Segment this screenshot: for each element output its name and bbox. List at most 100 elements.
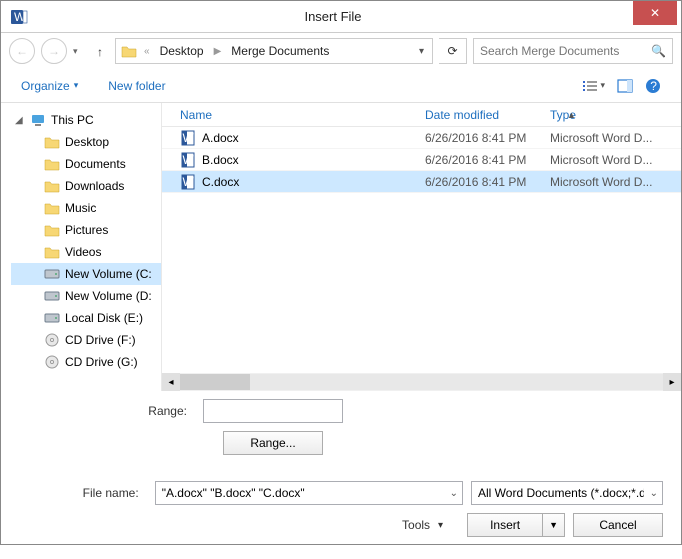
tree-item-videos[interactable]: Videos xyxy=(11,241,161,263)
horizontal-scrollbar[interactable]: ◂ ▸ xyxy=(162,373,681,391)
view-mode-button[interactable]: ▾ xyxy=(582,79,605,93)
insert-split-button[interactable]: Insert ▼ xyxy=(467,513,565,537)
help-button[interactable]: ? xyxy=(645,78,661,94)
folder-icon xyxy=(44,200,60,216)
folder-icon xyxy=(44,178,60,194)
cancel-button[interactable]: Cancel xyxy=(573,513,663,537)
toolbar: Organize ▾ New folder ▾ ? xyxy=(1,69,681,103)
word-doc-icon: W xyxy=(180,174,196,190)
tree-item-label: CD Drive (G:) xyxy=(65,355,138,369)
dropdown-icon[interactable]: ⌄ xyxy=(644,488,658,499)
tree-item-pictures[interactable]: Pictures xyxy=(11,219,161,241)
search-input[interactable] xyxy=(480,44,651,58)
cd-icon xyxy=(44,332,60,348)
recent-locations-dropdown[interactable]: ▾ xyxy=(73,46,85,57)
back-button[interactable]: ← xyxy=(9,38,35,64)
file-name: C.docx xyxy=(202,175,239,189)
file-row[interactable]: WC.docx6/26/2016 8:41 PMMicrosoft Word D… xyxy=(162,171,681,193)
insert-button[interactable]: Insert xyxy=(467,513,543,537)
refresh-icon: ⟳ xyxy=(447,44,457,58)
range-button[interactable]: Range... xyxy=(223,431,323,455)
file-date: 6/26/2016 8:41 PM xyxy=(417,153,542,167)
forward-button[interactable]: → xyxy=(41,38,67,64)
file-date: 6/26/2016 8:41 PM xyxy=(417,175,542,189)
scroll-thumb[interactable] xyxy=(180,374,250,390)
window-title: Insert File xyxy=(33,9,633,24)
tree-item-documents[interactable]: Documents xyxy=(11,153,161,175)
tree-item-label: Local Disk (E:) xyxy=(65,311,143,325)
svg-text:W: W xyxy=(183,131,195,145)
refresh-button[interactable]: ⟳ xyxy=(439,38,467,64)
svg-text:W: W xyxy=(183,175,195,189)
back-icon: ← xyxy=(16,44,28,58)
column-name-label: Name xyxy=(180,108,212,122)
tree-item-new-volume-d-[interactable]: New Volume (D: xyxy=(11,285,161,307)
dropdown-icon: ▼ xyxy=(549,520,558,530)
scroll-track[interactable] xyxy=(180,374,663,390)
filename-combo[interactable]: "A.docx" "B.docx" "C.docx" ⌄ xyxy=(155,481,463,505)
address-bar[interactable]: « Desktop ▶ Merge Documents ▾ xyxy=(115,38,433,64)
preview-pane-button[interactable] xyxy=(617,79,633,93)
tree-item-local-disk-e-[interactable]: Local Disk (E:) xyxy=(11,307,161,329)
range-label: Range: xyxy=(19,404,195,418)
column-name[interactable]: Name ▲ xyxy=(172,104,417,126)
range-input[interactable] xyxy=(203,399,343,423)
pc-icon xyxy=(30,112,46,128)
dropdown-icon: ▾ xyxy=(438,520,443,531)
bottom-panel: Range: Range... File name: "A.docx" "B.d… xyxy=(1,391,681,559)
folder-icon xyxy=(120,42,138,60)
tree-item-downloads[interactable]: Downloads xyxy=(11,175,161,197)
tree-item-desktop[interactable]: Desktop xyxy=(11,131,161,153)
tree-item-cd-drive-f-[interactable]: CD Drive (F:) xyxy=(11,329,161,351)
new-folder-button[interactable]: New folder xyxy=(108,79,165,93)
column-headers: Name ▲ Date modified Type xyxy=(162,103,681,127)
file-list: Name ▲ Date modified Type W A.docx 6/26/20… xyxy=(161,103,681,391)
search-box[interactable]: 🔍 xyxy=(473,38,673,64)
tree-item-this-pc[interactable]: ◢This PC xyxy=(11,109,161,131)
insert-dropdown[interactable]: ▼ xyxy=(543,513,565,537)
organize-button[interactable]: Organize ▾ xyxy=(21,79,78,93)
file-row[interactable]: WA.docx6/26/2016 8:41 PMMicrosoft Word D… xyxy=(162,127,681,149)
address-dropdown[interactable]: ▾ xyxy=(415,46,428,57)
scroll-left-icon[interactable]: ◂ xyxy=(162,373,180,391)
tree-item-label: Desktop xyxy=(65,135,109,149)
close-button[interactable]: ✕ xyxy=(633,1,677,25)
svg-text:?: ? xyxy=(650,79,657,93)
tools-dropdown[interactable]: Tools ▾ xyxy=(402,518,443,532)
folder-icon xyxy=(44,244,60,260)
word-doc-icon: W xyxy=(180,152,196,168)
filetype-value: All Word Documents (*.docx;*.d xyxy=(478,486,644,500)
file-type: Microsoft Word D... xyxy=(542,153,681,167)
drive-icon xyxy=(44,266,60,282)
tree-item-music[interactable]: Music xyxy=(11,197,161,219)
search-icon: 🔍 xyxy=(651,44,666,58)
up-button[interactable]: ↑ xyxy=(91,43,109,59)
sidebar-tree[interactable]: ◢This PC Desktop DocumentsDownloadsMusic Pi… xyxy=(1,103,161,391)
crumb-merge-documents[interactable]: Merge Documents xyxy=(227,42,333,60)
file-name: B.docx xyxy=(202,153,239,167)
tree-item-label: New Volume (C: xyxy=(65,267,152,281)
drive-icon xyxy=(44,310,60,326)
crumb-desktop[interactable]: Desktop xyxy=(156,42,208,60)
file-type: Microsoft Word D... xyxy=(542,131,681,145)
tree-item-cd-drive-g-[interactable]: CD Drive (G:) xyxy=(11,351,161,373)
tree-item-new-volume-c-[interactable]: New Volume (C: xyxy=(11,263,161,285)
disclosure-icon[interactable]: ◢ xyxy=(15,115,25,126)
sort-asc-icon: ▲ xyxy=(312,110,682,120)
cd-icon xyxy=(44,354,60,370)
scroll-right-icon[interactable]: ▸ xyxy=(663,373,681,391)
file-row[interactable]: W B.docx 6/26/2016 8:41 PMMicrosoft Word D… xyxy=(162,149,681,171)
dropdown-icon[interactable]: ⌄ xyxy=(444,488,458,499)
dropdown-icon: ▾ xyxy=(74,80,79,91)
drive-icon xyxy=(44,288,60,304)
filename-label: File name: xyxy=(19,486,147,500)
crumb-sep-icon: ▶ xyxy=(212,46,224,57)
tools-label: Tools xyxy=(402,518,430,532)
tree-item-label: CD Drive (F:) xyxy=(65,333,136,347)
nav-bar: ← → ▾ ↑ « Desktop ▶ Merge Documents ▾ ⟳ … xyxy=(1,33,681,69)
filetype-combo[interactable]: All Word Documents (*.docx;*.d ⌄ xyxy=(471,481,663,505)
word-app-icon: W xyxy=(5,3,33,31)
tree-item-label: Pictures xyxy=(65,223,108,237)
file-name: A.docx xyxy=(202,131,239,145)
folder-icon xyxy=(44,222,60,238)
